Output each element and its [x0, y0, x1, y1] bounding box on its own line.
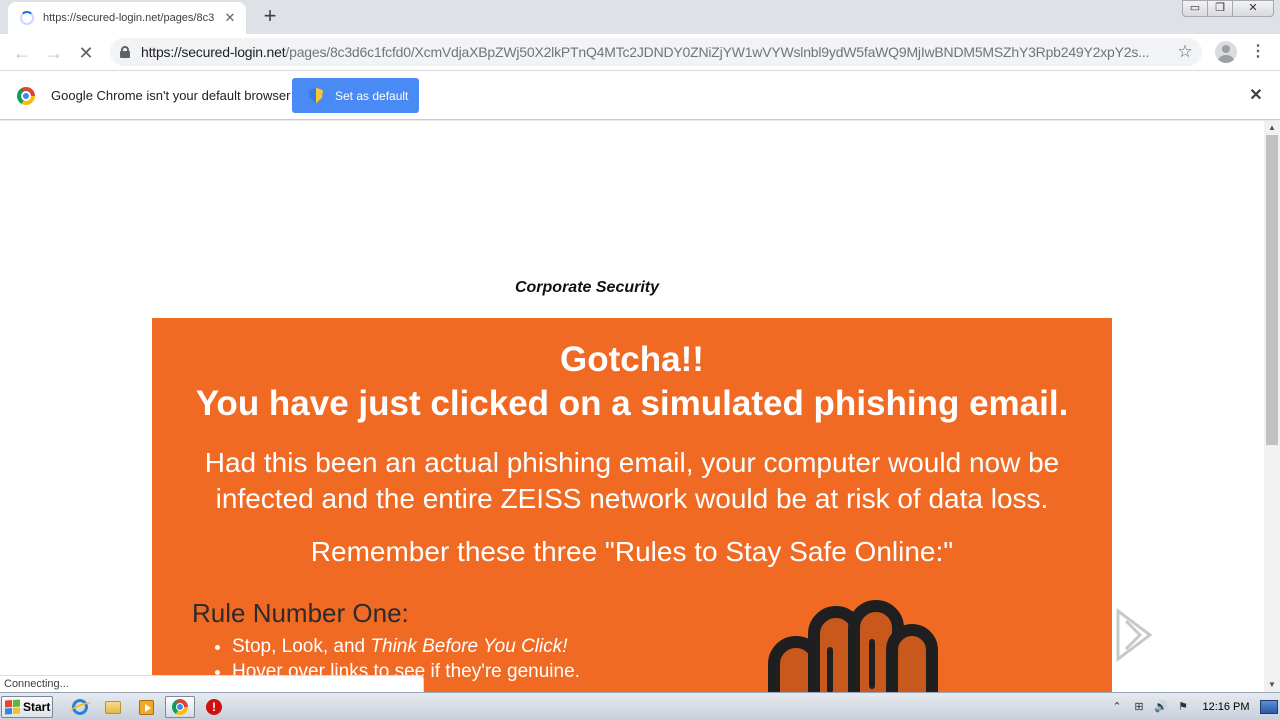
profile-avatar-icon[interactable]	[1215, 41, 1237, 63]
show-desktop-button[interactable]	[1260, 699, 1278, 714]
address-bar[interactable]: https://secured-login.net/pages/8c3d6c1f…	[110, 38, 1202, 66]
restore-button[interactable]: ❐	[1207, 0, 1233, 17]
url-text[interactable]: https://secured-login.net/pages/8c3d6c1f…	[141, 44, 1172, 60]
lock-icon[interactable]	[120, 46, 130, 58]
fist-icon	[768, 600, 938, 692]
gotcha-heading: Gotcha!!	[560, 340, 704, 379]
url-host: https://secured-login.net	[141, 44, 286, 60]
infobar-close-icon[interactable]: ✕	[1246, 86, 1266, 106]
internet-explorer-taskbar-icon[interactable]	[69, 697, 91, 717]
chrome-logo-icon	[17, 87, 35, 105]
rule-item: Stop, Look, and Think Before You Click!	[232, 634, 580, 659]
bookmark-star-icon[interactable]: ☆	[1172, 42, 1198, 62]
back-button[interactable]: ←	[8, 39, 36, 67]
network-icon[interactable]: ⊞	[1128, 699, 1150, 715]
rule1-text: Stop, Look, and	[232, 636, 371, 657]
tab-strip: https://secured-login.net/pages/8c3 ✕ + …	[0, 0, 1280, 34]
scroll-thumb[interactable]	[1266, 135, 1278, 445]
remember-rules-text: Remember these three "Rules to Stay Safe…	[310, 536, 954, 567]
tab-title: https://secured-login.net/pages/8c3	[43, 12, 215, 24]
page-header: Corporate Security	[514, 279, 660, 296]
tray-expand-icon[interactable]: ⌃	[1106, 699, 1128, 715]
browser-toolbar: ← → ✕ https://secured-login.net/pages/8c…	[0, 34, 1280, 71]
start-label: Start	[23, 700, 51, 714]
chrome-taskbar-icon[interactable]	[165, 696, 195, 718]
url-path: /pages/8c3d6c1fcfd0/XcmVdjaXBpZWj50X2lkP…	[285, 44, 1150, 60]
uac-shield-icon	[309, 87, 323, 104]
default-browser-infobar: Google Chrome isn't your default browser…	[0, 72, 1280, 120]
anyrun-watermark-logo	[1116, 608, 1153, 662]
tab-close-icon[interactable]: ✕	[222, 10, 238, 26]
stop-symbol: !	[206, 699, 222, 715]
scroll-up-arrow[interactable]: ▲	[1264, 121, 1280, 135]
stop-app-taskbar-icon[interactable]: !	[203, 697, 225, 717]
browser-tab[interactable]: https://secured-login.net/pages/8c3 ✕	[8, 2, 246, 34]
file-explorer-taskbar-icon[interactable]	[102, 697, 124, 717]
new-tab-button[interactable]: +	[258, 5, 282, 29]
chrome-menu-icon[interactable]: ⋮	[1248, 42, 1268, 62]
page-scrollbar[interactable]: ▲ ▼	[1264, 121, 1280, 692]
warning-paragraph: Had this been an actual phishing email, …	[204, 447, 1060, 514]
stop-loading-button[interactable]: ✕	[72, 39, 100, 67]
scroll-down-arrow[interactable]: ▼	[1264, 678, 1280, 692]
rule1-emphasis: Think Before You Click!	[370, 636, 568, 657]
taskbar-clock[interactable]: 12:16 PM	[1200, 701, 1252, 713]
windows-logo-icon	[5, 699, 20, 715]
rule-one-heading: Rule Number One:	[192, 598, 409, 628]
status-bubble: Connecting...	[0, 675, 424, 692]
media-player-taskbar-icon[interactable]	[135, 697, 157, 717]
loading-spinner-icon	[20, 11, 34, 25]
page-viewport: Corporate Security Gotcha!! You have jus…	[0, 121, 1264, 692]
minimize-button[interactable]: ▭	[1182, 0, 1208, 17]
system-tray: ⌃ ⊞ 🔊 ⚑ 12:16 PM	[1106, 693, 1278, 720]
set-as-default-label: Set as default	[335, 88, 409, 103]
phishing-warning-banner: Gotcha!! You have just clicked on a simu…	[152, 318, 1112, 692]
set-as-default-button[interactable]: Set as default	[292, 78, 419, 113]
infobar-message: Google Chrome isn't your default browser	[51, 88, 291, 103]
phishing-headline: You have just clicked on a simulated phi…	[195, 384, 1069, 423]
close-window-button[interactable]: ✕	[1232, 0, 1274, 17]
action-center-flag-icon[interactable]: ⚑	[1172, 699, 1194, 715]
window-controls: ▭ ❐ ✕	[1182, 0, 1274, 17]
windows-taskbar: Start ! ⌃ ⊞ 🔊 ⚑ 12:16 PM	[0, 692, 1280, 720]
volume-icon[interactable]: 🔊	[1150, 699, 1172, 715]
forward-button[interactable]: →	[40, 39, 68, 67]
start-button[interactable]: Start	[1, 696, 53, 718]
